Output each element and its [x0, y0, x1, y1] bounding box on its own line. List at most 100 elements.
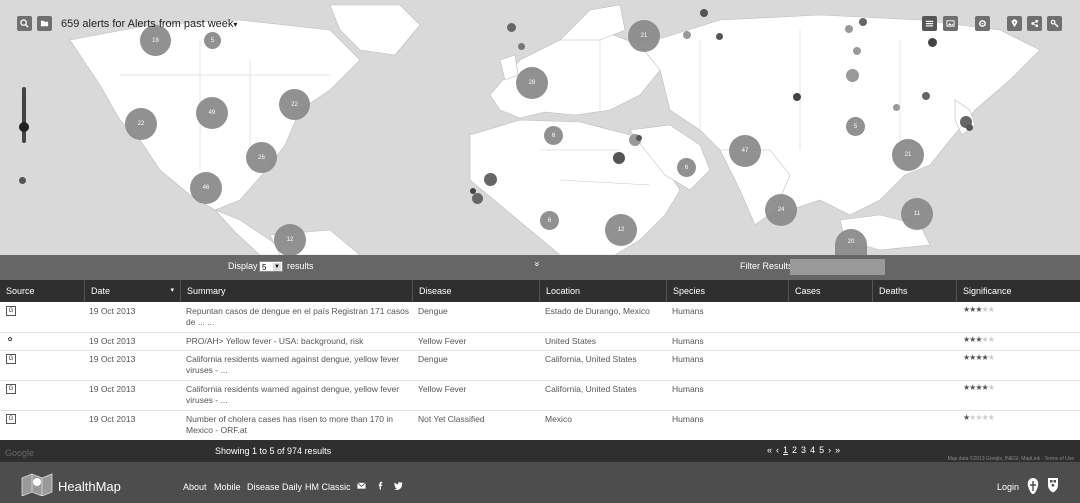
harvard-shield-icon[interactable]: [1047, 477, 1059, 493]
map-alert-marker[interactable]: [484, 173, 497, 186]
cell-summary[interactable]: Number of cholera cases has risen to mor…: [186, 414, 411, 436]
column-header-cases[interactable]: Cases: [789, 280, 873, 302]
page-link[interactable]: 1: [783, 445, 788, 455]
table-row[interactable]: G 19 Oct 2013 California residents warned …: [0, 350, 1080, 381]
google-news-icon[interactable]: G: [6, 414, 16, 424]
facebook-icon[interactable]: [376, 481, 385, 490]
zoom-slider-track[interactable]: [22, 87, 26, 143]
map-cluster[interactable]: 49: [196, 97, 228, 129]
table-row[interactable]: G 19 Oct 2013 Number of cholera cases has …: [0, 410, 1080, 441]
column-header-species[interactable]: Species: [667, 280, 789, 302]
page-link[interactable]: 4: [810, 445, 815, 455]
map-alert-marker[interactable]: [613, 152, 625, 164]
map-alert-marker[interactable]: [716, 33, 723, 40]
map-alert-marker[interactable]: [846, 69, 859, 82]
prev-page-link[interactable]: ‹: [776, 445, 779, 455]
first-page-link[interactable]: «: [767, 445, 772, 455]
map-alert-marker[interactable]: [845, 25, 853, 33]
cell-summary[interactable]: California residents warned against deng…: [186, 354, 411, 376]
cell-summary[interactable]: PRO/AH> Yellow fever - USA: background, …: [186, 336, 411, 347]
map-alert-marker[interactable]: [636, 135, 642, 141]
map-cluster[interactable]: 26: [246, 142, 277, 173]
map-alert-marker[interactable]: [683, 31, 691, 39]
map-alert-marker[interactable]: [966, 124, 973, 131]
map-alert-marker[interactable]: [928, 38, 937, 47]
column-header-significance[interactable]: Significance: [957, 280, 1080, 302]
map-alert-marker[interactable]: [700, 9, 708, 17]
footer-link-mobile[interactable]: Mobile: [214, 482, 241, 492]
cell-summary[interactable]: California residents warned against deng…: [186, 384, 411, 406]
search-button[interactable]: [17, 16, 32, 31]
page-link[interactable]: 5: [819, 445, 824, 455]
brand-name[interactable]: HealthMap: [58, 479, 121, 494]
map-cluster[interactable]: 6: [677, 158, 696, 177]
map-alert-marker[interactable]: [922, 92, 930, 100]
share-button[interactable]: [1027, 16, 1042, 31]
image-view-button[interactable]: [943, 16, 958, 31]
column-header-deaths[interactable]: Deaths: [873, 280, 957, 302]
settings-button[interactable]: [975, 16, 990, 31]
column-header-source[interactable]: Source: [0, 280, 85, 302]
map-cluster[interactable]: 5: [204, 32, 221, 49]
login-link[interactable]: Login: [997, 482, 1019, 492]
zoom-slider-handle[interactable]: [19, 122, 29, 132]
collapse-chevron-icon[interactable]: »: [533, 261, 543, 266]
filter-results-input[interactable]: [790, 259, 885, 275]
table-row[interactable]: G 19 Oct 2013 Repuntan casos de dengue en …: [0, 302, 1080, 333]
next-page-link[interactable]: ›: [828, 445, 831, 455]
map-cluster[interactable]: 12: [274, 224, 306, 255]
results-per-page-select[interactable]: 5 ▼: [259, 261, 283, 272]
location-button[interactable]: [1007, 16, 1022, 31]
map-cluster[interactable]: 20: [835, 229, 867, 255]
column-header-location[interactable]: Location: [540, 280, 667, 302]
map-alert-marker[interactable]: [472, 193, 483, 204]
list-view-button[interactable]: [922, 16, 937, 31]
twitter-icon[interactable]: [394, 481, 403, 490]
alert-title-dropdown[interactable]: 659 alerts for Alerts from past week▾: [61, 18, 237, 30]
folder-button[interactable]: [37, 16, 52, 31]
map-cluster[interactable]: 21: [892, 139, 924, 171]
table-row[interactable]: G 19 Oct 2013 California residents warned …: [0, 380, 1080, 411]
world-map[interactable]: 18 5 21 28 49 22 22 26 46 12 6 6 47 5 21…: [0, 0, 1080, 255]
map-cluster[interactable]: 21: [628, 20, 660, 52]
column-header-disease[interactable]: Disease: [413, 280, 540, 302]
cell-summary[interactable]: Repuntan casos de dengue en el país Regi…: [186, 306, 411, 328]
last-page-link[interactable]: »: [835, 445, 840, 455]
key-button[interactable]: [1047, 16, 1062, 31]
google-news-icon[interactable]: G: [6, 306, 16, 316]
promed-icon[interactable]: ✿: [6, 336, 14, 344]
footer-link-about[interactable]: About: [183, 482, 207, 492]
table-row[interactable]: ✿ 19 Oct 2013 PRO/AH> Yellow fever - USA: …: [0, 332, 1080, 351]
cell-date: 19 Oct 2013: [89, 384, 136, 394]
map-cluster[interactable]: 11: [901, 198, 933, 230]
map-cluster[interactable]: 47: [729, 135, 761, 167]
map-cluster[interactable]: 12: [605, 214, 637, 246]
footer-link-disease-daily[interactable]: Disease Daily: [247, 482, 302, 492]
map-alert-marker[interactable]: [859, 18, 867, 26]
map-cluster[interactable]: 5: [846, 117, 865, 136]
map-cluster[interactable]: 6: [540, 211, 559, 230]
page-link[interactable]: 3: [801, 445, 806, 455]
map-cluster[interactable]: 6: [544, 126, 563, 145]
google-news-icon[interactable]: G: [6, 384, 16, 394]
column-header-summary[interactable]: Summary: [181, 280, 413, 302]
healthmap-logo-icon[interactable]: [20, 470, 54, 496]
map-cluster[interactable]: 22: [279, 89, 310, 120]
map-cluster[interactable]: 28: [516, 67, 548, 99]
map-cluster[interactable]: 46: [190, 172, 222, 204]
map-pin-icon: [1011, 19, 1018, 28]
map-alert-marker[interactable]: [507, 23, 516, 32]
column-header-date[interactable]: Date ▾: [85, 280, 181, 302]
map-cluster[interactable]: 24: [765, 194, 797, 226]
map-cluster[interactable]: 22: [125, 108, 157, 140]
zoom-reset-dot[interactable]: [19, 177, 26, 184]
email-icon[interactable]: [357, 481, 366, 490]
map-alert-marker[interactable]: [518, 43, 525, 50]
map-alert-marker[interactable]: [853, 47, 861, 55]
google-news-icon[interactable]: G: [6, 354, 16, 364]
page-link[interactable]: 2: [792, 445, 797, 455]
map-alert-marker[interactable]: [793, 93, 801, 101]
boston-childrens-logo-icon[interactable]: [1026, 477, 1040, 495]
map-alert-marker[interactable]: [893, 104, 900, 111]
footer-link-hm-classic[interactable]: HM Classic: [305, 482, 351, 492]
